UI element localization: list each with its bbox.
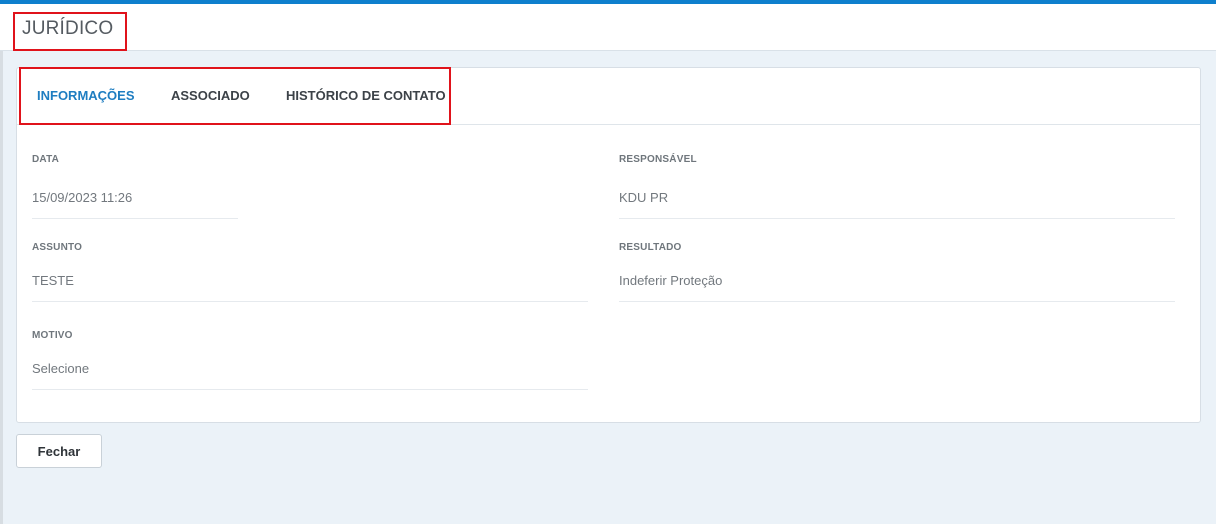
data-underline [32,218,238,219]
left-edge-strip [0,51,3,524]
data-value: 15/09/2023 11:26 [32,190,133,205]
page-header: JURÍDICO [0,4,1216,51]
assunto-value: TESTE [32,273,74,288]
assunto-underline [32,301,588,302]
resultado-label: RESULTADO [619,242,682,253]
title-highlight-box [13,12,127,51]
resultado-value: Indeferir Proteção [619,273,723,288]
assunto-label: ASSUNTO [32,242,83,253]
responsavel-underline [619,218,1175,219]
data-label: DATA [32,154,60,165]
responsavel-label: RESPONSÁVEL [619,154,697,165]
tabs-highlight-box [19,67,451,125]
motivo-select[interactable]: Selecione [32,361,89,377]
close-button[interactable]: Fechar [16,434,102,468]
responsavel-value: KDU PR [619,190,669,205]
details-card: INFORMAÇÕES ASSOCIADO HISTÓRICO DE CONTA… [16,67,1201,423]
tab-bar: INFORMAÇÕES ASSOCIADO HISTÓRICO DE CONTA… [17,67,1200,125]
motivo-underline [32,389,588,390]
resultado-underline [619,301,1175,302]
motivo-label: MOTIVO [32,330,73,341]
